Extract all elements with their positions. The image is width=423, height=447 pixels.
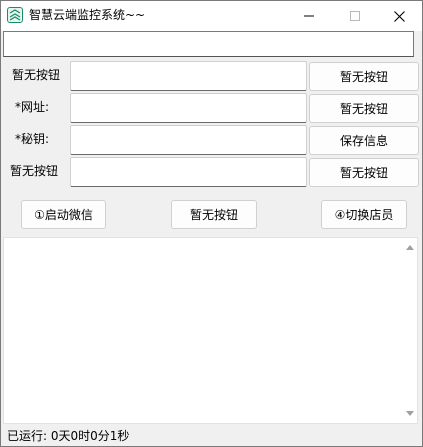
row1-input[interactable] [70,61,307,91]
row2-button[interactable]: 暂无按钮 [309,94,419,123]
vertical-scrollbar[interactable] [403,238,417,423]
log-textarea[interactable] [3,237,418,424]
row4-label: 暂无按钮 [10,164,59,178]
title-bar[interactable]: 智慧云端监控系统~~ [1,1,422,31]
close-button[interactable] [376,1,422,31]
start-wechat-button[interactable]: ①启动微信 [21,200,106,229]
secret-key-input[interactable] [70,125,307,155]
maximize-icon [350,11,360,21]
scroll-up-arrow-icon[interactable] [406,245,414,250]
app-logo-icon [7,7,23,23]
row4-button[interactable]: 暂无按钮 [309,158,419,187]
row1-label: 暂无按钮 [12,68,61,82]
row4-input[interactable] [70,157,307,187]
minimize-button[interactable] [286,1,332,31]
row1-button[interactable]: 暂无按钮 [309,62,419,91]
save-info-button[interactable]: 保存信息 [309,126,419,155]
scroll-down-arrow-icon[interactable] [406,411,414,416]
top-input-field[interactable] [3,31,414,57]
switch-store-clerk-button[interactable]: ④切换店员 [321,200,407,229]
minimize-icon [304,15,314,17]
window-title: 智慧云端监控系统~~ [29,8,146,22]
running-time-status: 已运行: 0天0时0分1秒 [7,429,130,443]
url-input[interactable] [70,93,307,123]
url-label: *网址: [15,100,50,114]
app-window: 智慧云端监控系统~~ 暂无按钮 暂无按钮 *网址: 暂无按钮 *秘钥: 保存信息… [0,0,423,447]
secret-key-label: *秘钥: [15,132,50,146]
no-button-action[interactable]: 暂无按钮 [171,200,257,229]
maximize-button[interactable] [332,1,378,31]
close-icon [393,10,405,22]
